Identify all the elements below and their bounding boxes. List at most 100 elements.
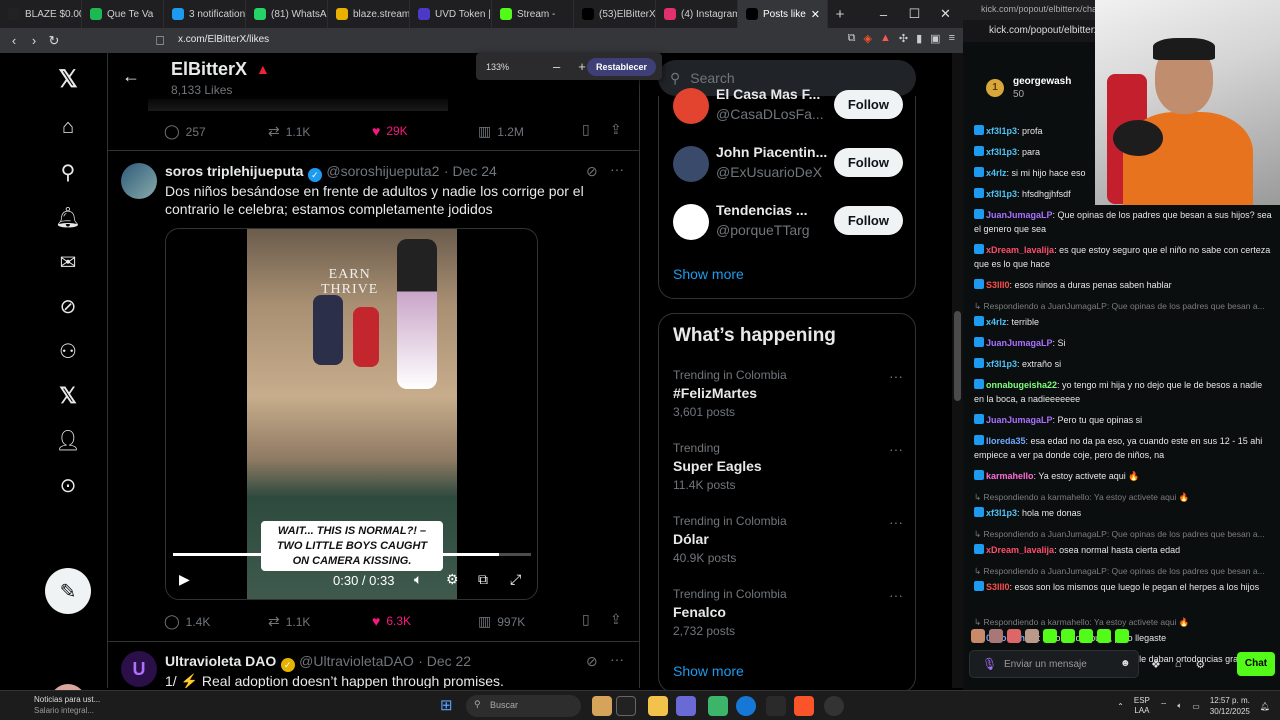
more-options-icon[interactable]: ··· (889, 441, 903, 457)
battery-icon[interactable]: ▭ (1192, 702, 1200, 711)
follow-button[interactable]: Follow (833, 90, 903, 119)
language-indicator[interactable]: ESP LAA (1134, 696, 1150, 716)
browser-tab[interactable]: (81) WhatsAp (246, 0, 328, 28)
reply-button[interactable]: ◯ 257 (164, 123, 206, 140)
zoom-in-button[interactable]: + (578, 59, 586, 74)
more-options-icon[interactable]: ··· (889, 514, 903, 530)
fullscreen-icon[interactable]: ⤢ (510, 571, 521, 588)
repost-button[interactable]: ⇄ 1.1K (268, 613, 310, 630)
new-tab-button[interactable]: + (828, 6, 852, 23)
settings-icon[interactable]: ⚙ (1196, 658, 1206, 671)
video-progress[interactable] (173, 553, 531, 556)
repost-button[interactable]: ⇄ 1.1K (268, 123, 310, 140)
forward-icon[interactable]: › (24, 33, 44, 48)
windows-start-icon[interactable]: ⊞ (440, 696, 453, 714)
emote-icon[interactable] (1079, 629, 1093, 643)
app-icon[interactable] (766, 696, 786, 716)
reload-icon[interactable]: ↻ (44, 33, 64, 49)
emote-icon[interactable] (989, 629, 1003, 643)
bookmark-icon[interactable]: ▯ (582, 611, 590, 628)
emote-icon[interactable] (1061, 629, 1075, 643)
back-icon[interactable]: ‹ (4, 33, 24, 48)
notifications-icon[interactable]: 🔔︎ (1260, 702, 1270, 711)
show-more-link[interactable]: Show more (673, 663, 744, 679)
close-tab-icon[interactable]: ✕ (811, 8, 820, 21)
more-options-icon[interactable]: ··· (610, 161, 624, 177)
x-logo-icon[interactable]: 𝕏 (55, 66, 81, 93)
more-icon[interactable]: ⊙ (55, 472, 81, 498)
settings-icon[interactable]: ⚙ (446, 571, 459, 588)
browser-tab[interactable]: UVD Token | (410, 0, 492, 28)
like-button[interactable]: ♥ 6.3K (372, 613, 411, 629)
microphone-icon[interactable]: 🎙︎ (982, 657, 997, 671)
sidebar-icon[interactable]: ▮ (916, 32, 922, 45)
news-widget[interactable]: Noticias para ust... Salario integral... (12, 694, 100, 716)
wifi-icon[interactable]: ⌔ (1160, 701, 1168, 711)
browser-tab[interactable]: blaze.stream/ (328, 0, 410, 28)
minimize-icon[interactable]: – (868, 7, 899, 22)
grok-icon[interactable]: ⊘ (55, 293, 81, 319)
tweet-avatar[interactable] (121, 163, 157, 199)
edge-icon[interactable] (736, 696, 756, 716)
emote-icon[interactable] (1043, 629, 1057, 643)
scrollbar[interactable] (952, 53, 963, 688)
more-options-icon[interactable]: ··· (889, 587, 903, 603)
communities-icon[interactable]: ⚇ (55, 338, 81, 364)
grok-icon[interactable]: ⊘ (586, 163, 598, 180)
extension-icon[interactable]: ⧉ (848, 32, 856, 45)
trend-item[interactable]: Trending in Colombia Fenalco 2,732 posts ··… (673, 587, 903, 638)
app-icon[interactable] (676, 696, 696, 716)
play-icon[interactable]: ▶ (179, 571, 190, 588)
emote-icon[interactable] (1025, 629, 1039, 643)
emote-icon[interactable] (1097, 629, 1111, 643)
avatar[interactable] (673, 88, 709, 124)
browser-tab[interactable]: Que Te Va (82, 0, 164, 28)
back-arrow-icon[interactable]: ← (122, 66, 140, 87)
clock[interactable]: 12:57 p. m. 30/12/2025 (1210, 695, 1250, 717)
premium-icon[interactable]: 𝕏 (55, 383, 81, 409)
puzzle-icon[interactable]: ✣ (899, 32, 908, 45)
more-options-icon[interactable]: ··· (610, 651, 624, 667)
follow-suggestion[interactable]: Tendencias ... @porqueTTarg Follow (673, 200, 903, 244)
pip-icon[interactable]: ⧉ (478, 571, 488, 588)
show-more-link[interactable]: Show more (673, 266, 744, 282)
views-button[interactable]: ▥ 1.2M (478, 123, 524, 140)
browser-tab[interactable]: 3 notifications (164, 0, 246, 28)
search-icon[interactable]: ⚲ (55, 159, 81, 185)
rewards-icon[interactable]: ▲ (880, 32, 891, 45)
tweet-handle[interactable]: @UltravioletaDAO (299, 653, 414, 669)
views-button[interactable]: ▥ 997K (478, 613, 525, 630)
avatar[interactable] (673, 204, 709, 240)
bookmark-icon[interactable]: ⎕ (150, 33, 170, 49)
browser-tab[interactable]: (53)ElBitterX (574, 0, 656, 28)
emoji-icon[interactable]: ☻ (1120, 658, 1131, 669)
emote-icon[interactable] (1115, 629, 1129, 643)
trend-item[interactable]: Trending in Colombia Dólar 40.9K posts ··· (673, 514, 903, 565)
browser-tab[interactable]: Posts like ✕ (738, 0, 828, 28)
trend-item[interactable]: Trending Super Eagles 11.4K posts ··· (673, 441, 903, 492)
notifications-icon[interactable]: 🔔︎ (55, 204, 81, 230)
scroll-thumb[interactable] (954, 311, 961, 401)
store-icon[interactable]: ⌂ (1175, 658, 1182, 671)
app-icon[interactable] (708, 696, 728, 716)
url-field[interactable]: x.com/ElBitterX/likes (178, 34, 269, 45)
tweet-date[interactable]: · Dec 24 (444, 163, 497, 179)
volume-icon[interactable]: 🔈︎ (1177, 701, 1182, 711)
more-options-icon[interactable]: ··· (889, 368, 903, 384)
menu-icon[interactable]: ≡ (949, 32, 955, 45)
shield-icon[interactable]: ◈ (864, 32, 872, 45)
like-button[interactable]: ♥ 29K (372, 123, 408, 139)
grok-icon[interactable]: ⊘ (586, 653, 598, 670)
maximize-icon[interactable]: ☐ (899, 6, 930, 22)
share-icon[interactable]: ⇪ (610, 611, 622, 628)
zoom-reset-button[interactable]: Restablecer (586, 57, 656, 76)
emote-icon[interactable] (971, 629, 985, 643)
app-icon[interactable] (616, 696, 636, 716)
reply-button[interactable]: ◯ 1.4K (164, 613, 210, 630)
avatar[interactable] (673, 146, 709, 182)
follow-button[interactable]: Follow (833, 148, 903, 177)
profile-icon[interactable]: 👤︎ (55, 427, 81, 453)
chevron-up-icon[interactable]: ⌃ (1117, 702, 1124, 711)
file-explorer-icon[interactable] (648, 696, 668, 716)
wallet-icon[interactable]: ▣ (930, 32, 940, 45)
